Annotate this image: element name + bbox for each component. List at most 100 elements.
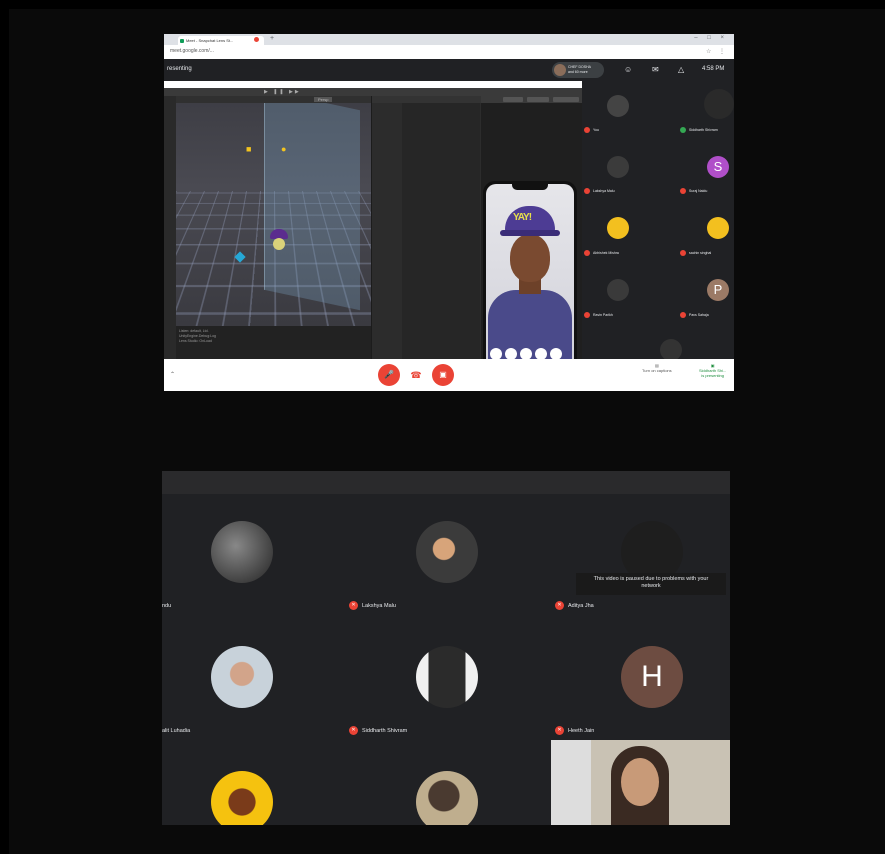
participant-avatar[interactable] [416,521,478,583]
participant-avatar[interactable] [660,339,682,359]
network-paused-banner: This video is paused due to problems wit… [576,573,726,595]
activities-icon[interactable]: △ [678,65,684,74]
participant-avatar[interactable] [416,646,478,708]
scene-view: Persp ■ ● [176,96,371,326]
participant-name: Heeth Jain [568,728,594,734]
paused-message: network [641,583,660,589]
participant-name: ndu [162,603,171,609]
lens-dot-icon [550,348,562,359]
light-gizmo-icon: ■ [246,144,251,154]
participant-avatar[interactable]: H [621,646,683,708]
participant-avatar[interactable] [607,156,629,178]
participant-avatar[interactable] [211,771,273,825]
address-bar[interactable]: meet.google.com/... ☆ ⋮ [164,45,734,60]
captions-button[interactable]: ▤ Turn on captions [642,363,672,373]
muted-mic-icon [680,312,686,318]
lens-dot-icon [535,348,547,359]
muted-mic-icon [584,188,590,194]
avatar [554,64,566,76]
people-icon[interactable]: ☺ [624,65,632,74]
lens-cap: YAY! [505,206,555,232]
play-controls: ▶ ❚❚ ▶▶ [264,89,301,95]
participant-name: Ravin Parikh [593,313,613,317]
phone-preview: YAY! ◯ ↺ [483,181,577,359]
muted-mic-icon [584,127,590,133]
muted-mic-icon [680,188,686,194]
self-view-video[interactable] [551,740,730,825]
inspector-panel [371,96,482,359]
participant-avatar[interactable] [607,279,629,301]
presenting-label: is presenting [701,373,724,378]
preview-header [481,96,582,103]
end-call-button[interactable]: ☎ [409,369,423,381]
recording-dot-icon [254,37,259,42]
presenting-title: resenting [167,66,192,72]
console-panel: Listen: default, Ltd. UnityEngine.Debug:… [176,326,371,359]
head-model [273,238,285,250]
scene-tab-label: Persp [314,97,332,102]
meet-presenting-screenshot: Meet - Snapchat Lens St... + – □ × meet.… [164,34,734,391]
participant-avatar[interactable] [704,89,734,119]
participant-name: alit Luhadia [162,728,190,734]
speaking-mic-icon [680,127,686,133]
camera-off-button[interactable]: ▣ [432,364,454,386]
new-tab-button[interactable]: + [270,35,274,42]
console-line: UnityEngine.Debug:Log [179,334,216,338]
participant-name: Lakshya Malu [593,189,615,193]
participant-name: Pavs Sahaja [689,313,709,317]
participant-avatar[interactable] [607,217,629,239]
participant-avatar[interactable] [707,217,729,239]
browser-tab[interactable]: Meet - Snapchat Lens St... [178,36,264,45]
participant-avatar[interactable]: P [707,279,729,301]
presenter-more: and 60 more [568,70,588,74]
cap-logo: YAY! [513,212,531,223]
participant-avatar[interactable] [607,95,629,117]
editor-toolbar: ▶ ❚❚ ▶▶ [164,88,582,96]
participant-avatar[interactable] [416,771,478,825]
muted-mic-icon: ✕ [349,601,358,610]
participant-avatar[interactable] [211,521,273,583]
chevron-up-icon[interactable]: ⌃ [170,371,175,378]
participant-avatar[interactable]: S [707,156,729,178]
paused-message: This video is paused due to problems wit… [594,576,709,582]
browser-tab-strip: Meet - Snapchat Lens St... + – □ × [164,34,734,45]
meet-controls-bar: ⌃ 🎤 ☎ ▣ ▤ Turn on captions ▣ Siddharth Sh… [164,359,734,391]
shared-screen: ▶ ❚❚ ▶▶ Persp ■ ● Listen: default, Ltd. … [164,81,582,359]
mic-off-button[interactable]: 🎤 [378,364,400,386]
participant-name: Lakshya Malu [362,603,396,609]
presenter-name: CHEF DOSHA [568,65,591,69]
chat-icon[interactable]: ✉ [652,65,659,74]
console-line: Listen: default, Ltd. [179,329,209,333]
participant-name: Abhishek Mishra [593,251,619,255]
participant-tiles: You Siddharth Shivram Lakshya Malu S Sur… [582,81,734,359]
meet-favicon-icon [180,39,184,43]
meet-header: resenting CHEF DOSHA and 60 more ☺ ✉ △ 4… [164,59,734,81]
muted-mic-icon: ✕ [555,601,564,610]
face [621,758,659,806]
address-text[interactable]: meet.google.com/... [170,48,214,54]
presenter-chip[interactable]: CHEF DOSHA and 60 more [552,62,604,78]
muted-mic-icon [584,250,590,256]
lens-carousel [488,346,572,359]
participant-name: Suraj Naidu [689,189,707,193]
grid-header [162,471,730,494]
muted-mic-icon [680,250,686,256]
participant-avatar[interactable] [211,646,273,708]
address-bar-icons[interactable]: ☆ ⋮ [706,48,728,55]
browser-tab-title: Meet - Snapchat Lens St... [186,38,233,43]
window-controls[interactable]: – □ × [694,35,728,41]
meet-participant-grid: ndu ✕ Lakshya Malu This video is paused … [162,471,730,825]
presenting-button[interactable]: ▣ Siddharth Shi... is presenting [699,363,726,378]
lens-dot-icon [505,348,517,359]
participant-name: sachin singhal [689,251,711,255]
participant-name: Aditya Jha [568,603,594,609]
audio-gizmo-icon: ● [281,144,286,154]
participant-name: Siddharth Shivram [689,128,718,132]
console-line: Lens Studio: OnLoad [179,339,212,343]
camera-plane [264,96,360,310]
lens-dot-icon [490,348,502,359]
participant-name: You [593,128,599,132]
muted-mic-icon: ✕ [555,726,564,735]
meeting-time: 4:58 PM [702,66,724,72]
lens-dot-icon [520,348,532,359]
